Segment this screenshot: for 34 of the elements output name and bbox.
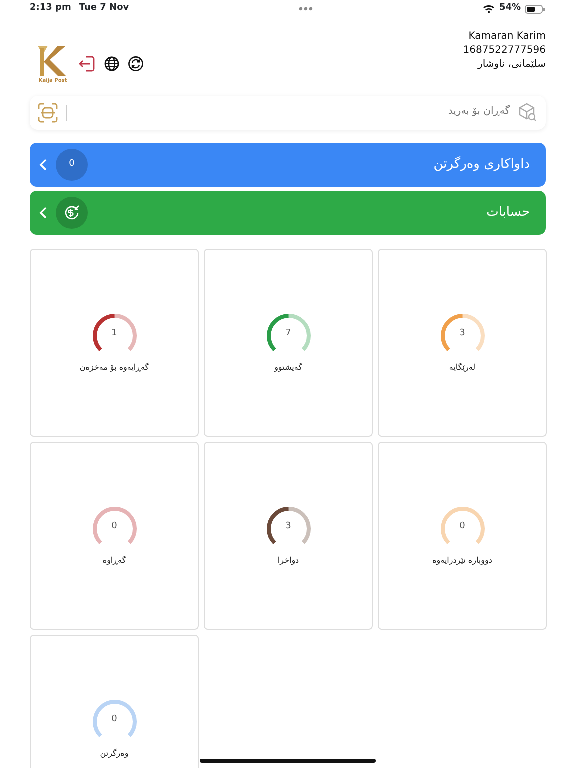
stat-label: گەیشتوو <box>274 362 302 374</box>
chevron-left-icon <box>38 158 48 172</box>
stat-label: گەڕایەوە بۆ مەخزەن <box>80 362 150 374</box>
search-field[interactable]: گەڕان بۆ بەرید <box>360 105 510 121</box>
logout-icon[interactable] <box>78 54 96 74</box>
battery-percent: 54% <box>499 2 522 16</box>
gauge-value: 0 <box>112 713 118 726</box>
stat-label: لەرێگایە <box>449 362 476 374</box>
banner-title: داواکاری وەرگرتن <box>434 156 531 174</box>
user-phone: 1687522777596 <box>463 44 546 58</box>
status-time: 2:13 pm <box>30 2 72 16</box>
gauge-value: 3 <box>286 520 292 534</box>
stat-label: وەرگرتن <box>100 748 129 760</box>
wifi-icon <box>483 4 496 14</box>
multitask-dots-icon[interactable] <box>298 6 314 12</box>
user-location: سلێمانی، ناوشار <box>478 58 546 72</box>
stat-label: دووبارە نێردرایەوە <box>432 555 492 567</box>
count-badge: 0 <box>56 149 88 181</box>
status-date: Tue 7 Nov <box>79 2 130 16</box>
gauge-value: 0 <box>460 520 466 534</box>
chevron-left-icon <box>38 206 48 220</box>
gauge-value: 1 <box>112 327 118 340</box>
money-icon <box>63 204 81 222</box>
battery-icon <box>525 4 546 14</box>
gauge-value: 3 <box>460 327 466 340</box>
gauge-value: 0 <box>112 520 118 534</box>
globe-icon[interactable] <box>104 56 120 72</box>
stat-label: گەڕاوە <box>102 555 126 567</box>
gauge-value: 7 <box>286 327 292 340</box>
refresh-icon[interactable] <box>128 56 144 72</box>
banner-title: حسابات <box>486 204 531 222</box>
user-name: Kamaran Karim <box>468 30 546 44</box>
stat-label: دواخرا <box>278 555 300 567</box>
package-search-icon <box>518 103 538 123</box>
